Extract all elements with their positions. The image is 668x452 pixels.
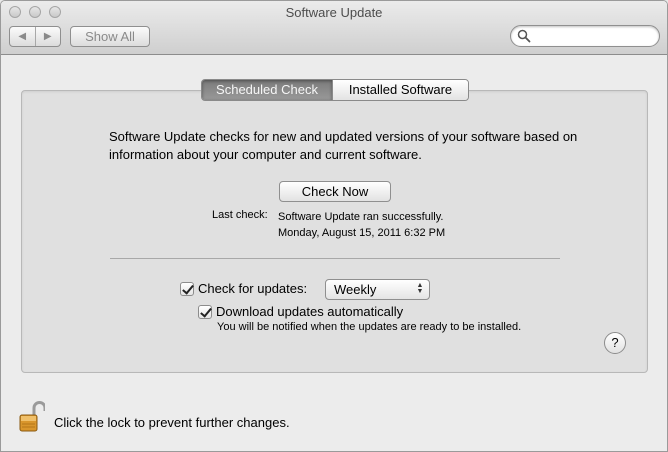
download-automatically-label: Download updates automatically: [216, 304, 404, 319]
preferences-window: Software Update ◀ ▶ Show All Scheduled C…: [0, 0, 668, 452]
last-check-status: Software Update ran successfully.: [278, 211, 444, 223]
help-button[interactable]: ?: [604, 332, 626, 354]
tab-bar: Scheduled Check Installed Software: [201, 79, 469, 101]
tab-installed-software[interactable]: Installed Software: [332, 80, 468, 100]
description-text: Software Update checks for new and updat…: [109, 129, 578, 162]
unlocked-padlock-icon[interactable]: [19, 401, 45, 433]
check-now-button[interactable]: Check Now: [279, 181, 391, 202]
tab-scheduled-check[interactable]: Scheduled Check: [202, 80, 332, 100]
back-forward-control: ◀ ▶: [9, 26, 61, 47]
divider: [110, 258, 560, 259]
lock-message: Click the lock to prevent further change…: [54, 415, 290, 430]
last-check-date: Monday, August 15, 2011 6:32 PM: [278, 227, 446, 239]
download-note: You will be notified when the updates ar…: [217, 321, 522, 333]
download-automatically-checkbox[interactable]: [198, 305, 212, 319]
update-frequency-select[interactable]: Weekly ▲ ▼: [325, 279, 430, 300]
last-check-value: Software Update ran successfully. Monday…: [278, 209, 445, 241]
update-frequency-value: Weekly: [334, 282, 377, 297]
search-input[interactable]: [533, 28, 653, 44]
search-icon: [517, 29, 531, 43]
check-for-updates-label: Check for updates:: [198, 281, 308, 296]
check-for-updates-checkbox[interactable]: [180, 282, 194, 296]
toolbar: Software Update ◀ ▶ Show All: [1, 1, 667, 55]
window-title: Software Update: [285, 5, 383, 20]
show-all-button[interactable]: Show All: [70, 26, 150, 47]
search-field[interactable]: [510, 25, 660, 47]
back-arrow-icon[interactable]: ◀: [10, 27, 36, 46]
chevron-updown-icon: ▲ ▼: [416, 282, 424, 295]
forward-arrow-icon[interactable]: ▶: [36, 27, 61, 46]
last-check-label: Last check:: [212, 209, 268, 221]
